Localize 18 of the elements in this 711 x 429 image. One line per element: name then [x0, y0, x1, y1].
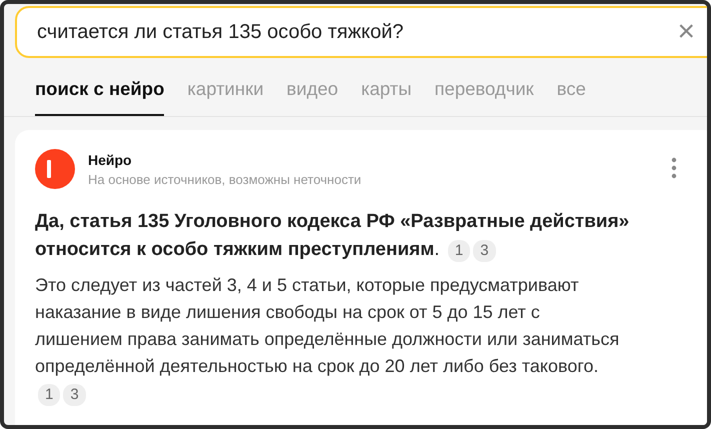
tab[interactable]: переводчик [434, 72, 534, 116]
tab[interactable]: картинки [187, 72, 264, 116]
clear-button[interactable]: × [677, 17, 695, 47]
citation-badge[interactable]: 3 [63, 384, 86, 406]
tab[interactable]: все [556, 72, 586, 116]
logo-icon [35, 149, 75, 189]
source-name: Нейро [88, 152, 133, 168]
answer-headline: Да, статья 135 Уголовного кодекса РФ «Развратные действия» относится к особо тяжким преступлениям. 1 3 [35, 210, 630, 264]
source-subtitle: На основе источников, возможны неточности [88, 172, 362, 186]
search-field[interactable]: считается ли статья 135 особо тяжкой? × [15, 6, 707, 58]
citation-badge[interactable]: 1 [448, 240, 470, 262]
tab[interactable]: карты [361, 72, 412, 116]
citation-badge[interactable]: 1 [38, 384, 60, 406]
citation-badge[interactable]: 3 [473, 240, 496, 262]
more-icon[interactable] [671, 157, 677, 179]
answer-text: Это следует из частей 3, 4 и 5 статьи, которые предусматривают наказание в виде лишения свободы на срок от 5 до 15 лет с лишением права занимать определённые должности или заниматься определённой деятельностью на срок до 20 лет либо без такового. 1 3 [35, 272, 625, 407]
tab[interactable]: видео [286, 72, 338, 116]
tab[interactable]: поиск с нейро [35, 72, 164, 116]
